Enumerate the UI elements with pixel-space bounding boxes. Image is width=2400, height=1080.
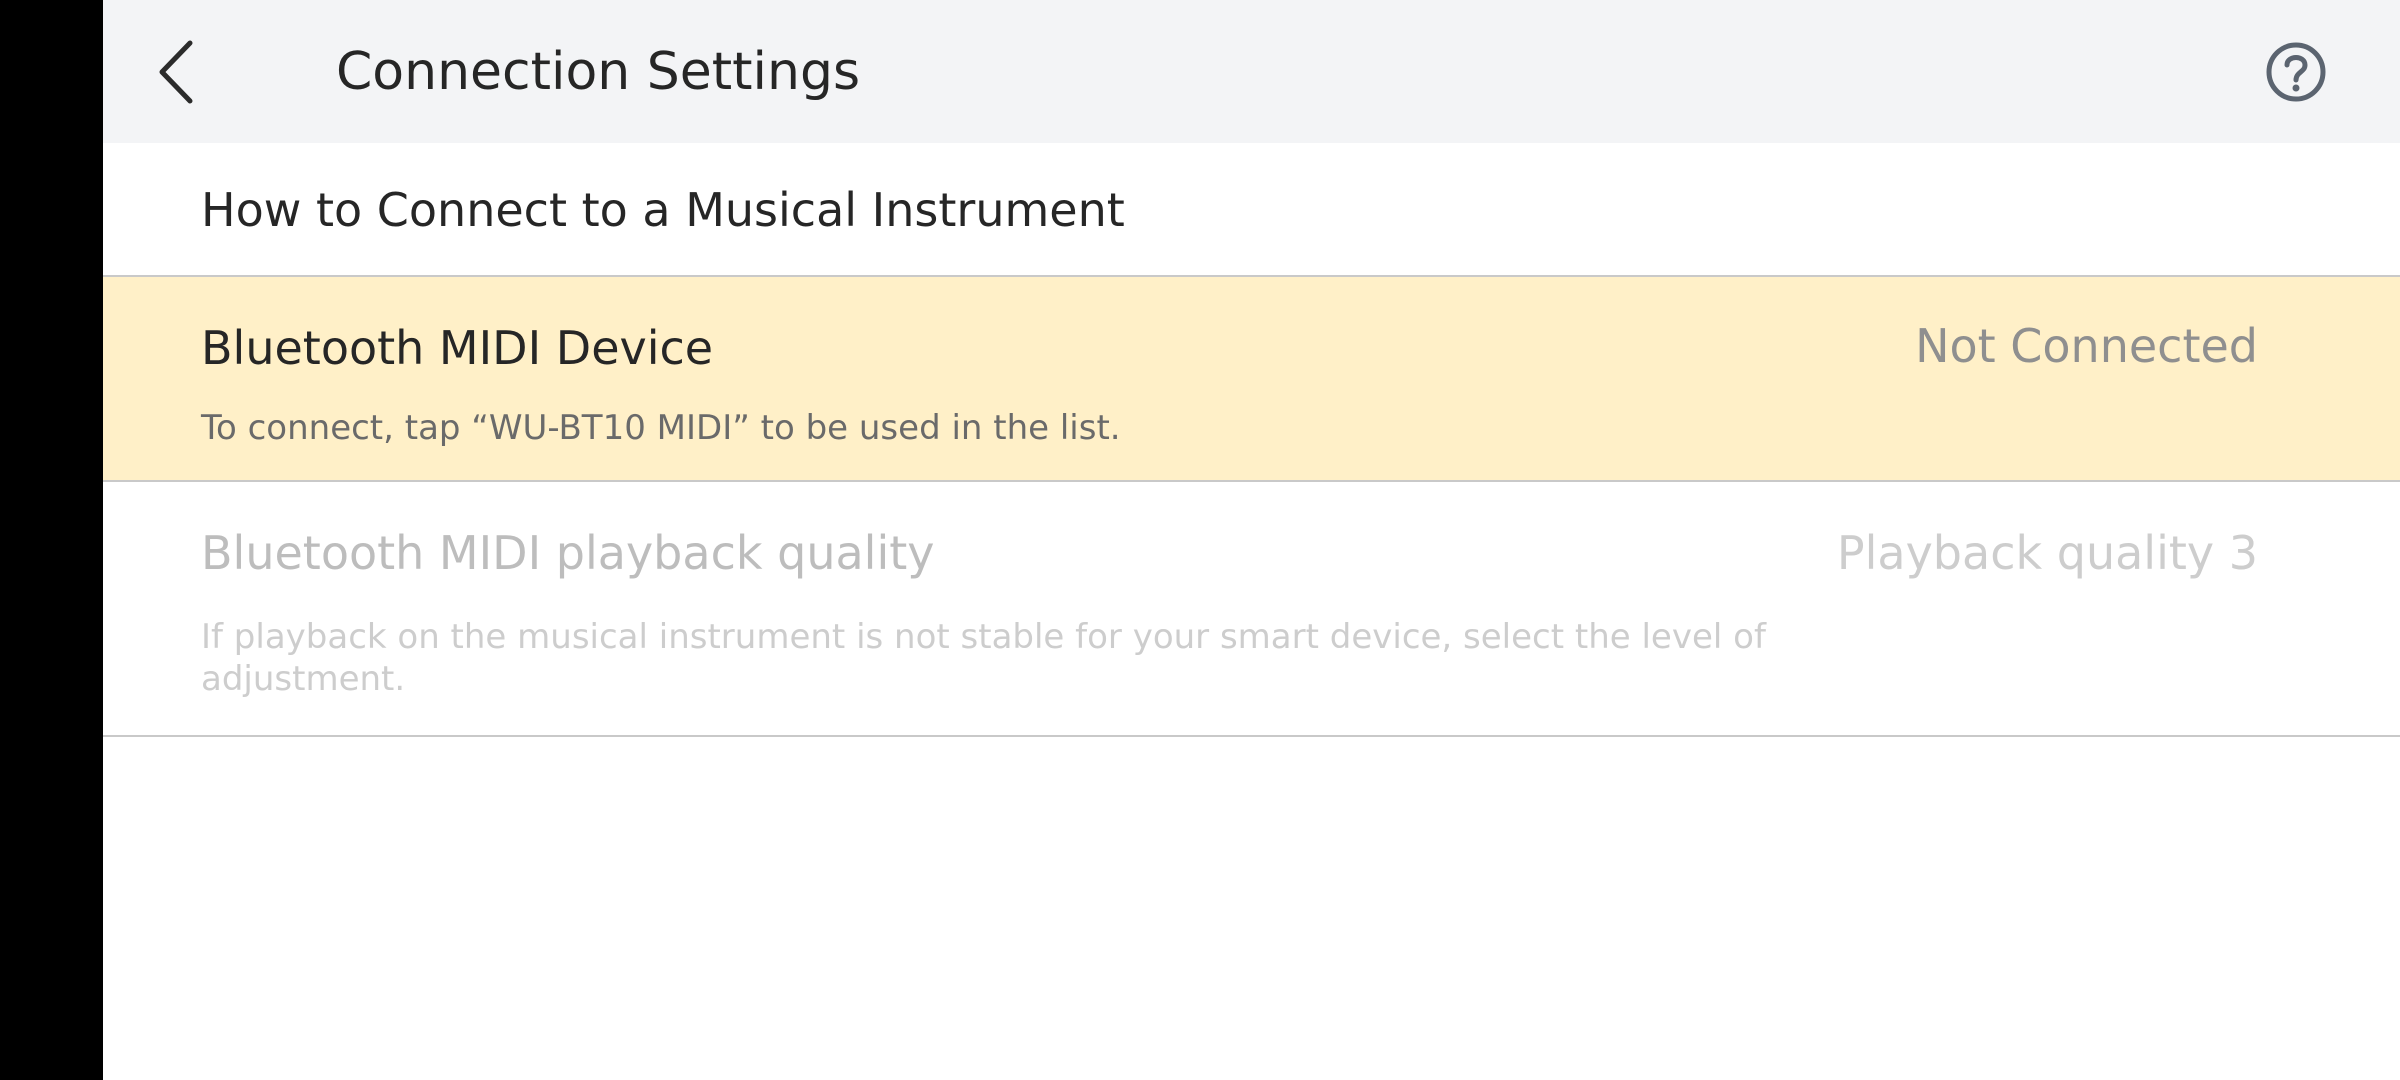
bluetooth-midi-device-title: Bluetooth MIDI Device	[201, 321, 714, 375]
chevron-left-icon	[159, 40, 193, 104]
header-bar: Connection Settings	[103, 0, 2400, 143]
how-to-connect-row[interactable]: How to Connect to a Musical Instrument	[103, 143, 2400, 277]
back-button[interactable]	[141, 32, 211, 112]
connection-settings-page: Connection Settings How to Connect to a …	[103, 0, 2400, 1080]
help-button[interactable]	[2264, 40, 2328, 104]
playback-quality-title: Bluetooth MIDI playback quality	[201, 526, 935, 580]
page-title: Connection Settings	[336, 42, 861, 102]
bluetooth-midi-device-row[interactable]: Bluetooth MIDI Device Not Connected To c…	[103, 277, 2400, 482]
bluetooth-midi-device-description: To connect, tap “WU-BT10 MIDI” to be use…	[201, 408, 1121, 448]
help-circle-icon	[2266, 42, 2326, 102]
bluetooth-connection-status: Not Connected	[1915, 319, 2258, 373]
left-black-bar	[0, 0, 103, 1080]
screen: Connection Settings How to Connect to a …	[0, 0, 2400, 1080]
playback-quality-description: If playback on the musical instrument is…	[201, 617, 1766, 699]
how-to-connect-label: How to Connect to a Musical Instrument	[201, 183, 1125, 237]
playback-quality-row: Bluetooth MIDI playback quality Playback…	[103, 482, 2400, 737]
playback-quality-value: Playback quality 3	[1836, 526, 2258, 580]
